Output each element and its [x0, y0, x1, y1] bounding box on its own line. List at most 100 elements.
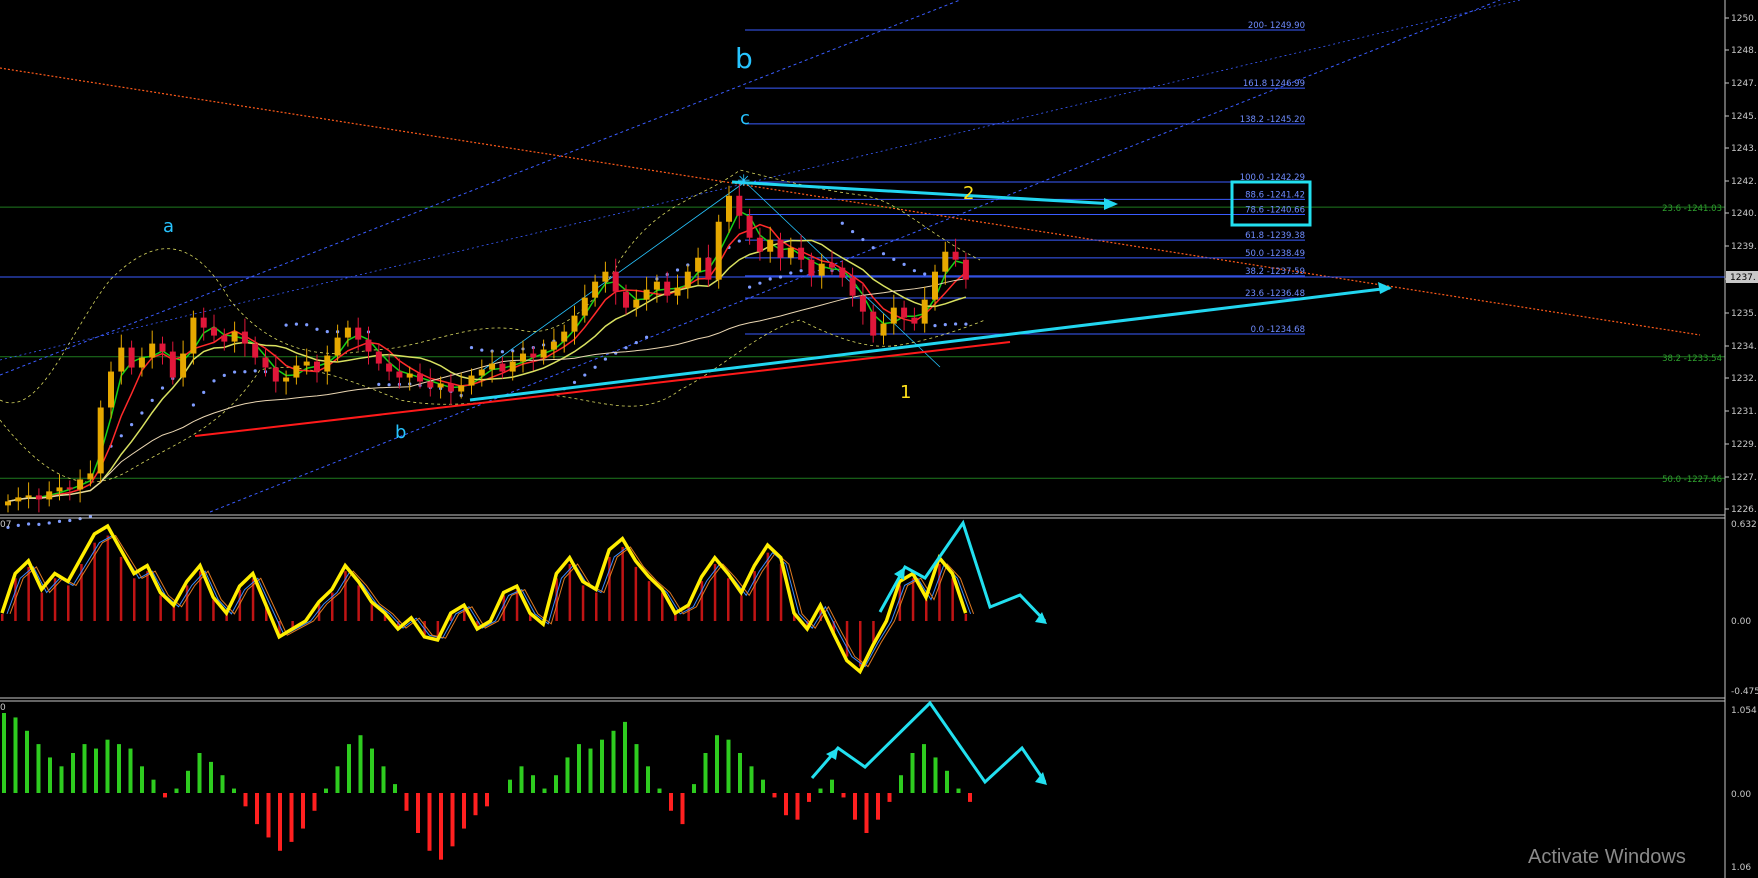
momentum-bar	[243, 793, 248, 807]
momentum-bar	[370, 748, 374, 793]
candle-body	[468, 375, 475, 386]
candle-body	[180, 353, 187, 378]
sar-dot	[191, 403, 195, 407]
candle-body	[715, 221, 722, 280]
momentum-bar	[358, 735, 363, 793]
fib-secondary-label: 38.2 -1233.54	[1662, 354, 1722, 364]
sar-dot	[851, 229, 855, 234]
candle-body	[46, 491, 53, 500]
candle-body	[375, 351, 382, 364]
candle-body	[829, 263, 835, 268]
candle-body	[808, 259, 815, 276]
oscillator-hist-bar	[40, 592, 44, 621]
momentum-bar	[933, 757, 938, 793]
fib-level-label: 38.2 -1237.59	[1245, 267, 1305, 277]
candle-body	[767, 239, 774, 252]
candle-body	[798, 247, 805, 260]
sar-dot	[902, 262, 906, 266]
sar-dot	[130, 423, 134, 427]
candle-body	[530, 353, 537, 358]
fib-level-label: 200- 1249.90	[1248, 21, 1305, 31]
oscillator-hist-bar	[740, 595, 743, 621]
momentum-bar	[542, 788, 547, 793]
wave-label-1: 1	[900, 382, 911, 403]
price-axis-label: 1242.	[1731, 177, 1757, 187]
candle-body	[77, 479, 84, 490]
sar-dot	[16, 523, 20, 527]
candle-body	[870, 311, 877, 336]
momentum-bar	[623, 721, 627, 793]
momentum-bar	[565, 757, 570, 793]
sar-dot	[212, 379, 216, 383]
candle-body	[602, 271, 609, 282]
sar-dot	[572, 380, 577, 384]
oscillator-hist-bar	[581, 585, 585, 621]
wave-label-b-major: b	[735, 42, 753, 75]
sar-dot	[119, 434, 123, 438]
candle-body	[942, 251, 949, 272]
momentum-bar	[968, 793, 972, 802]
candle-body	[633, 299, 640, 308]
candle-body	[612, 271, 619, 292]
candle-body	[736, 195, 743, 216]
momentum-bar	[220, 775, 225, 793]
price-axis-label: 1247.	[1731, 79, 1757, 89]
osc-bottom-value: -0.475	[1731, 687, 1758, 697]
candle-body	[406, 373, 413, 378]
candle-body	[447, 383, 454, 392]
sar-dot	[799, 269, 803, 273]
oscillator-hist-bar	[661, 592, 664, 621]
sar-dot	[840, 221, 844, 225]
momentum-bar	[887, 793, 892, 802]
candle-body	[427, 381, 434, 388]
oscillator-hist-bar	[172, 606, 176, 621]
candle-body	[118, 347, 125, 372]
momentum-bar	[25, 730, 29, 793]
candle-body	[97, 407, 104, 474]
sar-dot	[583, 373, 587, 377]
sar-dot	[933, 324, 937, 328]
candle-body	[705, 257, 712, 280]
candle-body	[386, 363, 393, 372]
candle-body	[499, 363, 506, 372]
sar-dot	[954, 322, 958, 326]
oscillator-hist-bar	[700, 581, 704, 621]
candle-body	[365, 339, 372, 352]
candle-body	[952, 251, 959, 260]
sar-dot	[284, 323, 288, 327]
candle-body	[520, 353, 526, 362]
momentum-bar	[784, 793, 788, 816]
candle-body	[623, 291, 629, 308]
momentum-bar	[174, 788, 179, 793]
momentum-bar	[2, 713, 6, 793]
sar-dot	[57, 519, 62, 523]
sar-dot	[37, 522, 41, 526]
sar-dot	[294, 322, 298, 326]
sar-dot	[78, 517, 82, 521]
candle-body	[849, 277, 856, 296]
candle-body	[303, 361, 310, 366]
candle-body	[138, 357, 145, 368]
sar-dot	[253, 369, 257, 373]
candle-body	[581, 297, 588, 316]
candle-body	[355, 327, 362, 340]
candle-body	[540, 349, 547, 358]
price-axis-label: 1231.	[1731, 407, 1757, 417]
momentum-bar	[692, 784, 696, 793]
candle-body	[592, 281, 599, 298]
momentum-bar	[611, 730, 616, 793]
wave-label-a: a	[163, 216, 174, 237]
oscillator-hist-bar	[845, 621, 849, 657]
sar-dot	[912, 269, 917, 273]
candle-body	[962, 259, 969, 280]
sar-dot	[140, 411, 144, 415]
sar-dot	[861, 237, 865, 242]
momentum-bar	[439, 793, 443, 860]
momentum-bar	[163, 793, 167, 798]
oscillator-hist-bar	[146, 571, 149, 621]
oscillator-hist-bar	[964, 613, 968, 621]
oscillator-hist-bar	[938, 564, 941, 621]
fib-level-label: 61.8 -1239.38	[1245, 231, 1305, 241]
oscillator-hist-bar	[647, 581, 651, 621]
momentum-bar	[71, 753, 75, 793]
